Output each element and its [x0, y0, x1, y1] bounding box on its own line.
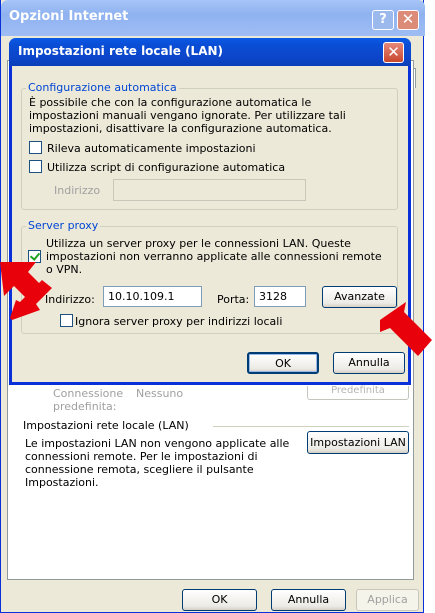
auto-script-checkbox[interactable] — [29, 160, 42, 173]
apply-button[interactable]: Applica — [356, 589, 419, 611]
lan-section-divider — [213, 426, 409, 427]
proxy-port-label: Porta: — [217, 293, 250, 306]
arrow-to-advanced-icon — [380, 302, 432, 356]
dialog-title: Impostazioni rete locale (LAN) — [18, 44, 224, 58]
auto-config-description: È possibile che con la configurazione au… — [29, 96, 346, 135]
auto-detect-label[interactable]: Rileva automaticamente impostazioni — [47, 142, 256, 155]
proxy-address-input[interactable] — [103, 286, 202, 307]
auto-script-label[interactable]: Utilizza script di configurazione automa… — [47, 161, 285, 174]
lan-section-description: Le impostazioni LAN non vengono applicat… — [25, 437, 290, 489]
outer-window-title: Opzioni Internet — [9, 9, 129, 24]
lan-settings-button[interactable]: Impostazioni LAN — [307, 431, 409, 454]
ok-button[interactable]: OK — [247, 352, 319, 374]
dialog-close-icon[interactable]: ✕ — [383, 42, 404, 63]
arrow-to-address-icon — [10, 280, 52, 320]
outer-title-bar: Opzioni Internet ? ✕ — [1, 0, 425, 36]
bypass-local-checkbox[interactable] — [60, 314, 73, 327]
default-connection-value: Nessuno — [136, 387, 184, 400]
proxy-address-label: Indirizzo: — [45, 293, 95, 306]
outer-close-icon[interactable]: ✕ — [397, 10, 419, 30]
auto-config-legend: Configurazione automatica — [26, 81, 179, 94]
lan-section-title: Impostazioni rete locale (LAN) — [23, 419, 189, 432]
outer-ok-button[interactable]: OK — [182, 589, 257, 611]
outer-cancel-button[interactable]: Annulla — [271, 589, 346, 611]
bypass-local-label[interactable]: Ignora server proxy per indirizzi locali — [75, 315, 282, 328]
use-proxy-label[interactable]: Utilizza un server proxy per le connessi… — [46, 237, 386, 276]
set-default-button[interactable]: Predefinita — [307, 386, 409, 400]
script-address-input[interactable] — [113, 179, 306, 201]
default-connection-label: Connessione predefinita: — [53, 387, 124, 413]
proxy-legend: Server proxy — [26, 219, 101, 232]
proxy-port-input[interactable] — [254, 286, 306, 307]
dialog-title-bar[interactable]: Impostazioni rete locale (LAN) ✕ — [9, 38, 411, 66]
help-icon[interactable]: ? — [372, 10, 394, 30]
lan-settings-dialog: Impostazioni rete locale (LAN) ✕ Configu… — [9, 38, 411, 385]
script-address-label: Indirizzo — [54, 184, 101, 197]
auto-detect-checkbox[interactable] — [29, 141, 42, 154]
